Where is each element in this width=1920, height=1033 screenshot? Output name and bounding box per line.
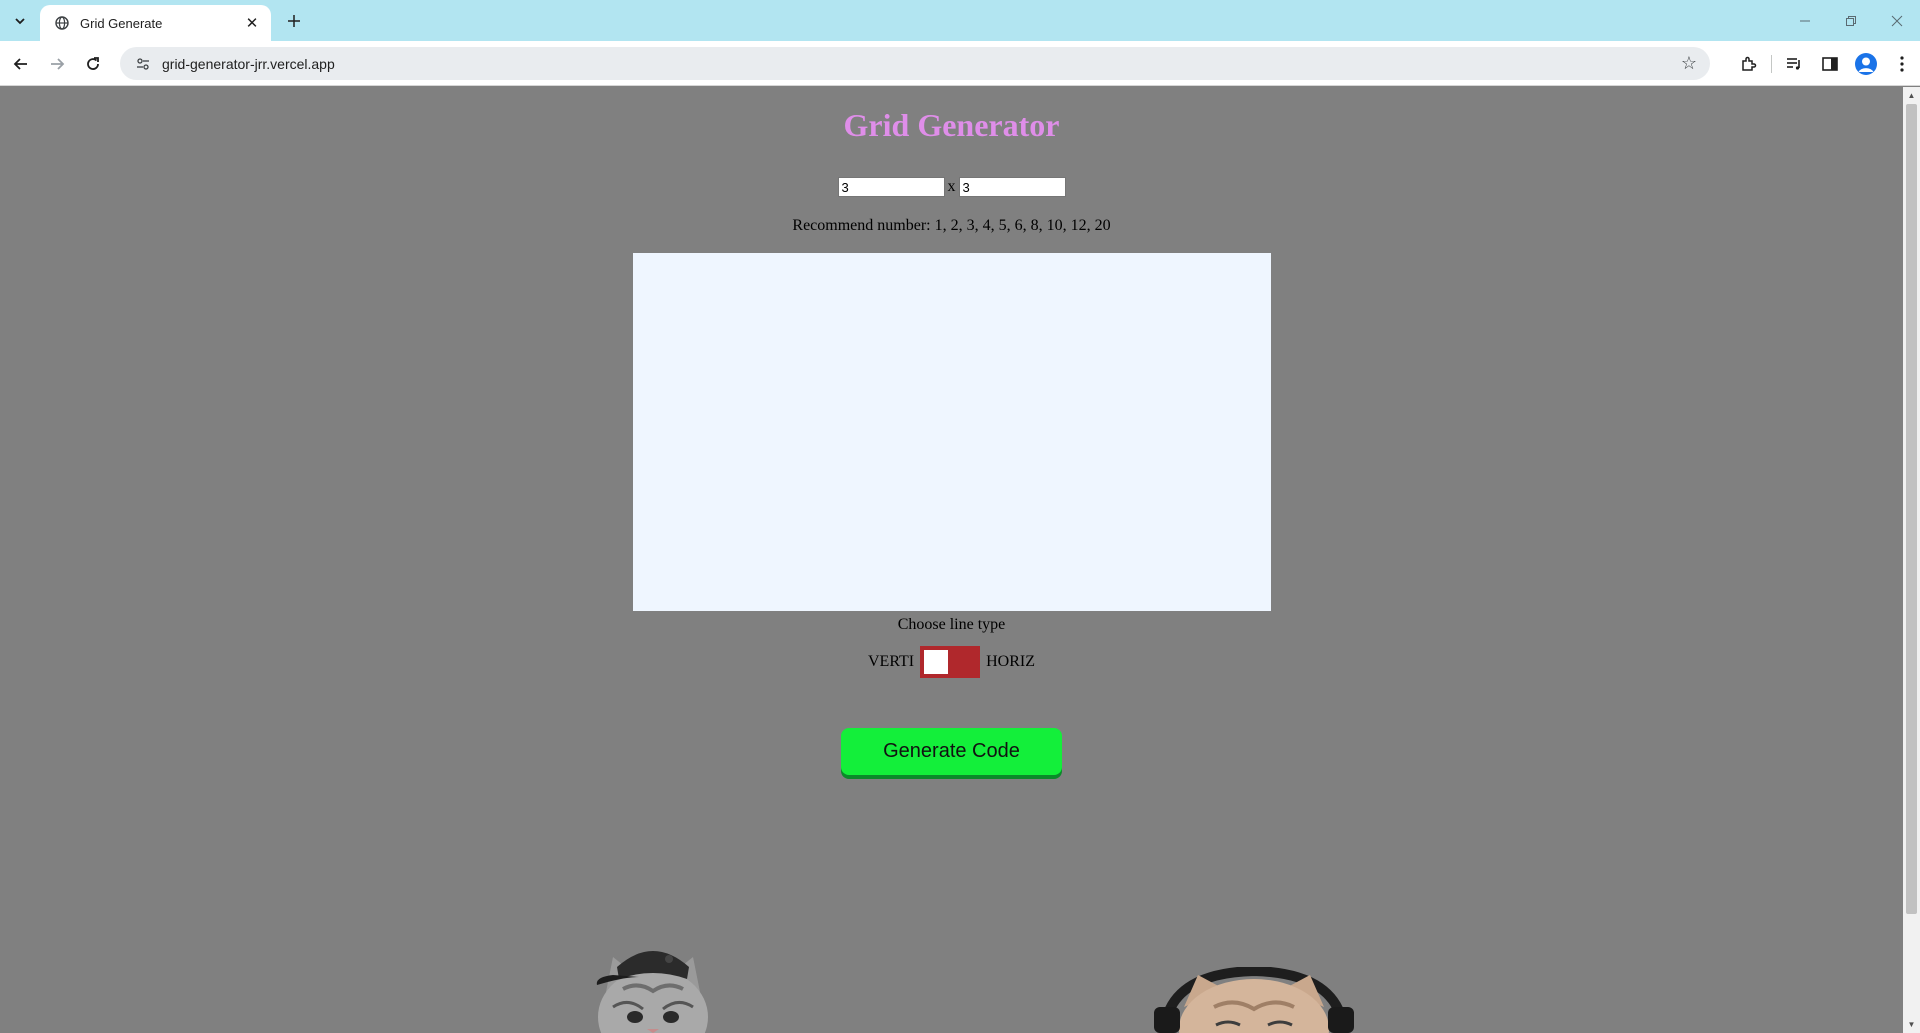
globe-icon [54,15,70,31]
tab-strip: Grid Generate ✕ [0,0,1920,41]
plus-icon [288,15,300,27]
extensions-icon[interactable] [1731,49,1767,79]
grid-dimensions-row: x [0,177,1903,197]
minimize-icon [1800,20,1810,21]
scrollbar-thumb[interactable] [1906,104,1917,914]
line-type-label: Choose line type [897,616,1006,633]
tab-search-button[interactable] [6,10,34,32]
scroll-up-arrow-icon[interactable]: ▲ [1903,87,1920,104]
close-window-icon [1891,15,1903,26]
url-text[interactable]: grid-generator-jrr.vercel.app [162,56,1674,72]
tab-title: Grid Generate [80,15,163,31]
back-button[interactable] [6,49,36,79]
toolbar-separator [1771,55,1772,73]
page-scrollbar[interactable]: ▲ ▼ [1903,87,1920,1033]
browser-tab[interactable]: Grid Generate ✕ [40,5,271,41]
line-type-toggle-row: VERTI HORIZ [0,646,1903,678]
generate-code-button[interactable]: Generate Code [841,728,1062,775]
page-viewport: Grid Generator x Recommend number: 1, 2,… [0,87,1903,1033]
toolbar-actions [1731,49,1920,79]
rows-input[interactable] [837,177,945,197]
times-sign: x [947,178,956,195]
close-window-button[interactable] [1874,0,1920,41]
restore-icon [1846,15,1856,26]
grid-preview-area[interactable] [633,253,1271,611]
scroll-down-arrow-icon[interactable]: ▼ [1903,1016,1920,1033]
window-controls [1782,0,1920,41]
restore-button[interactable] [1828,0,1874,41]
media-controls-icon[interactable] [1776,49,1812,79]
vertical-label: VERTI [867,653,915,670]
toggle-knob [924,650,949,674]
horizontal-label: HORIZ [986,653,1036,670]
reload-icon [87,57,99,70]
chevron-down-icon [15,18,25,25]
forward-button[interactable] [42,49,72,79]
side-panel-icon[interactable] [1812,49,1848,79]
address-bar[interactable]: grid-generator-jrr.vercel.app ☆ [120,47,1710,80]
cat-with-cap-image [596,951,708,1033]
menu-kebab-icon[interactable] [1884,49,1920,79]
forward-arrow-icon [51,58,65,70]
cat-with-headphones-image [1154,967,1354,1033]
site-info-icon[interactable] [128,57,158,71]
back-arrow-icon [13,58,27,70]
columns-input[interactable] [958,177,1066,197]
browser-toolbar: grid-generator-jrr.vercel.app ☆ [0,41,1920,86]
profile-button[interactable] [1848,49,1884,79]
reload-button[interactable] [78,49,108,79]
bookmark-star-icon[interactable]: ☆ [1674,49,1704,79]
recommend-numbers-text: Recommend number: 1, 2, 3, 4, 5, 6, 8, 1… [792,217,1111,234]
new-tab-button[interactable] [281,8,307,34]
avatar [1855,53,1877,75]
page-title: Grid Generator [843,107,1060,143]
close-icon[interactable]: ✕ [241,12,263,34]
minimize-button[interactable] [1782,0,1828,41]
line-type-toggle[interactable] [920,646,981,678]
